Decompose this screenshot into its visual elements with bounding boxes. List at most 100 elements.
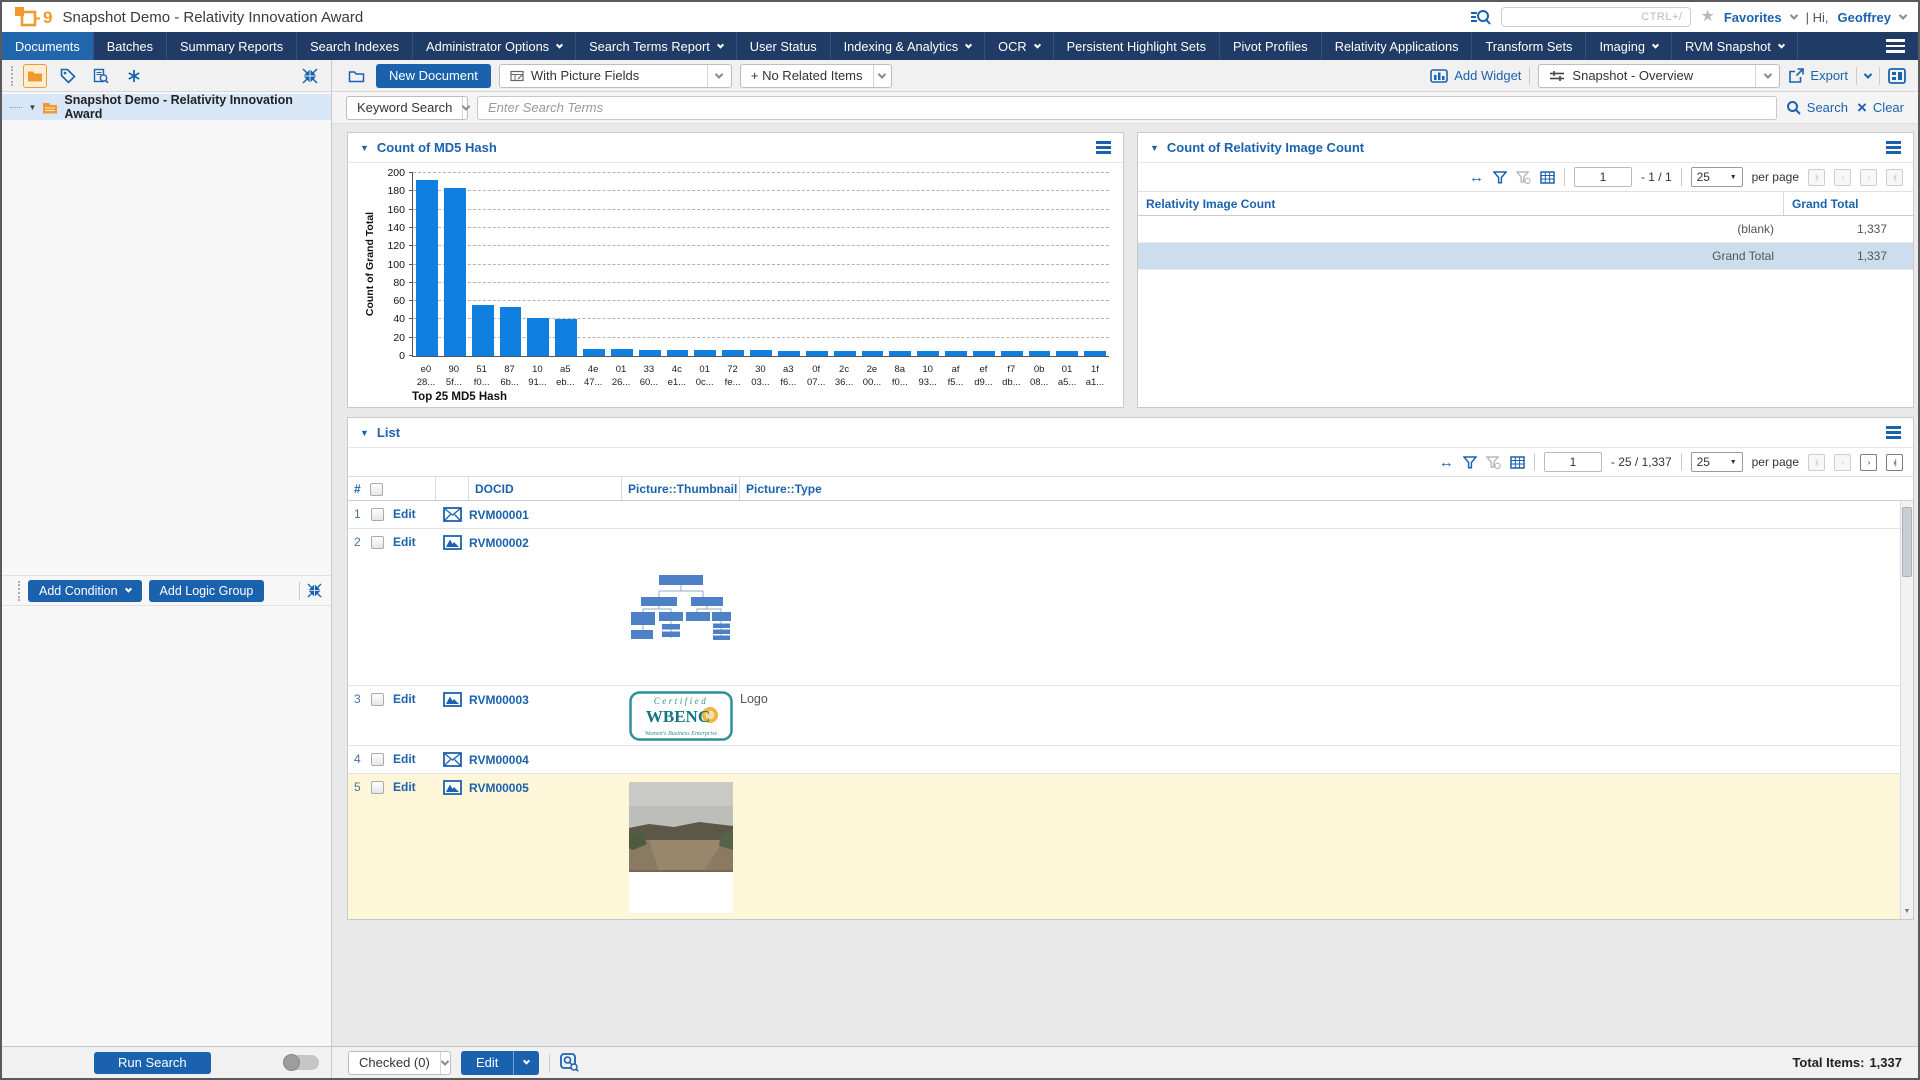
clusters-button[interactable] (122, 64, 146, 88)
row-checkbox[interactable] (371, 693, 384, 706)
chart-bar[interactable] (806, 351, 828, 356)
quick-search-input[interactable] (1501, 7, 1691, 27)
chart-bar[interactable] (834, 351, 856, 356)
mass-edit-options-arrow[interactable] (513, 1051, 539, 1075)
chart-bar[interactable] (416, 180, 438, 356)
edit-link[interactable]: Edit (393, 692, 416, 706)
chart-bar[interactable] (1029, 351, 1051, 356)
docid-link[interactable]: RVM00003 (469, 693, 529, 707)
row-checkbox[interactable] (371, 536, 384, 549)
add-condition-button[interactable]: Add Condition (28, 580, 142, 602)
per-page-select[interactable]: 25▼ (1691, 452, 1743, 472)
search-mode-dropdown[interactable]: Keyword Search (346, 96, 468, 120)
edit-link[interactable]: Edit (393, 507, 416, 521)
favorites-menu[interactable]: Favorites (1724, 10, 1782, 25)
pivot-row[interactable]: Grand Total1,337 (1138, 243, 1913, 270)
tab-indexing-analytics[interactable]: Indexing & Analytics (831, 32, 986, 60)
collapse-widget-icon[interactable]: ▼ (1150, 143, 1159, 153)
tree-expander-icon[interactable]: ▼ (28, 103, 36, 112)
collapse-panel-icon[interactable] (307, 583, 322, 598)
tab-imaging[interactable]: Imaging (1586, 32, 1672, 60)
chart-bar[interactable] (1001, 351, 1023, 356)
tab-administrator-options[interactable]: Administrator Options (413, 32, 576, 60)
next-page-button[interactable]: › (1860, 454, 1877, 471)
filter-icon[interactable] (1463, 456, 1477, 469)
chevron-down-icon[interactable] (1789, 11, 1797, 19)
tab-transform-sets[interactable]: Transform Sets (1472, 32, 1586, 60)
resize-grip[interactable] (18, 581, 21, 601)
save-search-icon[interactable] (560, 1053, 579, 1072)
prev-page-button[interactable]: ‹ (1834, 454, 1851, 471)
chart-bar[interactable] (778, 351, 800, 356)
grid-view-icon[interactable] (1510, 456, 1525, 469)
widget-menu-icon[interactable] (1886, 141, 1901, 154)
docid-link[interactable]: RVM00002 (469, 536, 529, 550)
dashboard-selector-dropdown[interactable]: Snapshot - Overview (1538, 64, 1780, 88)
tab-search-indexes[interactable]: Search Indexes (297, 32, 413, 60)
docid-link[interactable]: RVM00004 (469, 753, 529, 767)
mass-edit-split-button[interactable]: Edit (461, 1051, 539, 1075)
clear-button[interactable]: × Clear (1857, 99, 1904, 116)
folder-icon[interactable] (344, 64, 368, 88)
tab-pivot-profiles[interactable]: Pivot Profiles (1220, 32, 1322, 60)
resize-grip[interactable] (11, 66, 14, 86)
widget-menu-icon[interactable] (1096, 141, 1111, 154)
dashboard-layout-icon[interactable] (1888, 68, 1906, 84)
checked-items-dropdown[interactable]: Checked (0) (348, 1051, 451, 1075)
docid-link[interactable]: RVM00001 (469, 508, 529, 522)
chevron-down-icon[interactable] (1899, 11, 1907, 19)
scroll-down-arrow-icon[interactable]: ▼ (1901, 904, 1913, 918)
clear-filter-icon[interactable] (1516, 171, 1531, 184)
vertical-scrollbar[interactable]: ▼ (1900, 501, 1913, 919)
collapse-widget-icon[interactable]: ▼ (360, 428, 369, 438)
chart-bar[interactable] (527, 318, 549, 356)
grid-view-icon[interactable] (1540, 171, 1555, 184)
saved-search-browser-button[interactable] (89, 64, 113, 88)
expand-width-icon[interactable]: ↔ (1469, 169, 1484, 186)
orgchart-thumbnail[interactable] (629, 572, 733, 642)
row-checkbox[interactable] (371, 508, 384, 521)
edit-link[interactable]: Edit (393, 780, 416, 794)
pivot-row[interactable]: (blank)1,337 (1138, 216, 1913, 243)
filter-icon[interactable] (1493, 171, 1507, 184)
chart-bar[interactable] (973, 351, 995, 356)
favorites-star-icon[interactable]: ★ (1700, 9, 1714, 25)
tab-user-status[interactable]: User Status (737, 32, 831, 60)
page-number-input[interactable] (1574, 167, 1632, 187)
chart-bar[interactable] (583, 349, 605, 356)
add-logic-group-button[interactable]: Add Logic Group (149, 580, 265, 602)
tab-persistent-highlight-sets[interactable]: Persistent Highlight Sets (1054, 32, 1220, 60)
new-document-button[interactable]: New Document (376, 64, 491, 88)
column-header[interactable]: Grand Total (1784, 192, 1913, 215)
tab-summary-reports[interactable]: Summary Reports (167, 32, 297, 60)
docid-column-header[interactable]: DOCID (469, 477, 622, 500)
chart-bar[interactable] (889, 351, 911, 356)
user-menu[interactable]: Geoffrey (1838, 10, 1891, 25)
first-page-button[interactable]: |‹ (1808, 454, 1825, 471)
row-checkbox[interactable] (371, 781, 384, 794)
export-button[interactable]: Export (1788, 68, 1848, 83)
chart-bar[interactable] (694, 350, 716, 356)
chart-bar[interactable] (611, 349, 633, 356)
field-tree-tag-button[interactable] (56, 64, 80, 88)
folder-browser-button[interactable] (23, 64, 47, 88)
chart-bar[interactable] (444, 188, 466, 356)
prev-page-button[interactable]: ‹ (1834, 169, 1851, 186)
tab-rvm-snapshot[interactable]: RVM Snapshot (1672, 32, 1798, 60)
row-checkbox[interactable] (371, 753, 384, 766)
run-search-button[interactable]: Run Search (94, 1052, 211, 1074)
chart-bar[interactable] (667, 350, 689, 356)
chart-bar[interactable] (750, 350, 772, 356)
select-all-checkbox[interactable] (370, 483, 383, 496)
page-number-input[interactable] (1544, 452, 1602, 472)
edit-link[interactable]: Edit (393, 535, 416, 549)
chart-bar[interactable] (1084, 351, 1106, 356)
widget-menu-icon[interactable] (1886, 426, 1901, 439)
per-page-select[interactable]: 25▼ (1691, 167, 1743, 187)
scrollbar-thumb[interactable] (1902, 507, 1912, 577)
global-search-icon[interactable] (1470, 8, 1492, 26)
tree-item-workspace-root[interactable]: ▼ Snapshot Demo - Relativity Innovation … (2, 94, 331, 120)
tab-documents[interactable]: Documents (2, 32, 94, 60)
tab-ocr[interactable]: OCR (985, 32, 1053, 60)
chart-bar[interactable] (917, 351, 939, 356)
